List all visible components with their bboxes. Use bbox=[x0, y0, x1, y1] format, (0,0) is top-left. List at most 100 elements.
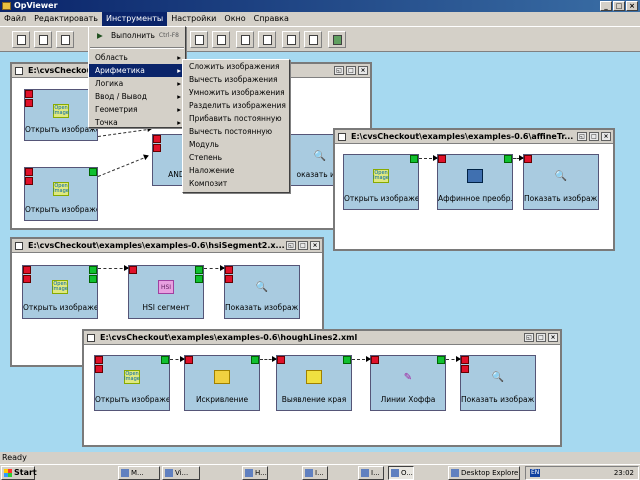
menu-item-point[interactable]: Точка ▸ bbox=[89, 116, 185, 129]
menu-item-io[interactable]: Ввод / Вывод ▸ bbox=[89, 90, 185, 103]
open-icon[interactable] bbox=[34, 31, 52, 48]
taskbar-item[interactable]: H... bbox=[242, 466, 268, 480]
input-pin[interactable] bbox=[95, 365, 103, 373]
restore-icon[interactable]: ◱ bbox=[334, 66, 344, 75]
input-pin[interactable] bbox=[25, 99, 33, 107]
output-pin[interactable] bbox=[89, 266, 97, 274]
menu-tools[interactable]: Инструменты bbox=[101, 12, 168, 26]
input-pin[interactable] bbox=[153, 144, 161, 152]
graph-window-4[interactable]: E:\cvsCheckout\examples\examples-0.6\hou… bbox=[82, 329, 562, 447]
node-open-image[interactable]: OpenImage Открыть изображе... bbox=[343, 154, 419, 210]
menu-file[interactable]: Файл bbox=[0, 12, 30, 26]
node-open-image[interactable]: OpenImage Открыть изображе... bbox=[94, 355, 170, 411]
restore-icon[interactable]: ◱ bbox=[524, 333, 534, 342]
node-show-image[interactable]: 🔍 Показать изображ... bbox=[460, 355, 536, 411]
input-pin[interactable] bbox=[371, 356, 379, 364]
taskbar-item[interactable]: I... bbox=[302, 466, 328, 480]
node-open-image[interactable]: OpenImage Открыть изображе... bbox=[22, 265, 98, 319]
maximize-icon[interactable]: □ bbox=[536, 333, 546, 342]
output-pin[interactable] bbox=[504, 155, 512, 163]
input-pin[interactable] bbox=[524, 155, 532, 163]
paste-icon[interactable] bbox=[258, 31, 276, 48]
menu-item-abs[interactable]: Модуль bbox=[183, 138, 289, 151]
close-icon[interactable]: × bbox=[358, 66, 368, 75]
output-pin[interactable] bbox=[89, 275, 97, 283]
maximize-icon[interactable]: □ bbox=[589, 132, 599, 141]
menu-item-region[interactable]: Область ▸ bbox=[89, 51, 185, 64]
restore-icon[interactable]: ◱ bbox=[577, 132, 587, 141]
input-pin[interactable] bbox=[23, 266, 31, 274]
input-pin[interactable] bbox=[461, 365, 469, 373]
save-icon[interactable] bbox=[56, 31, 74, 48]
language-indicator[interactable]: EN bbox=[530, 469, 541, 477]
input-pin[interactable] bbox=[225, 266, 233, 274]
input-pin[interactable] bbox=[23, 275, 31, 283]
menu-item-subtract-images[interactable]: Вычесть изображения bbox=[183, 73, 289, 86]
output-pin[interactable] bbox=[343, 356, 351, 364]
run-icon[interactable] bbox=[328, 31, 346, 48]
copy-icon[interactable] bbox=[212, 31, 230, 48]
input-pin[interactable] bbox=[95, 356, 103, 364]
start-button[interactable]: Start bbox=[1, 466, 37, 480]
output-pin[interactable] bbox=[161, 356, 169, 364]
menu-item-geometry[interactable]: Геометрия ▸ bbox=[89, 103, 185, 116]
close-icon[interactable]: × bbox=[601, 132, 611, 141]
new-icon[interactable] bbox=[12, 31, 30, 48]
redo-icon[interactable] bbox=[190, 31, 208, 48]
taskbar-item[interactable]: I... bbox=[358, 466, 384, 480]
menu-item-multiply-images[interactable]: Умножить изображения bbox=[183, 86, 289, 99]
input-pin[interactable] bbox=[185, 356, 193, 364]
input-pin[interactable] bbox=[25, 177, 33, 185]
taskbar-item-active[interactable]: O... bbox=[388, 466, 414, 480]
taskbar-item[interactable]: Desktop Explorer bbox=[448, 466, 520, 480]
node-warp[interactable]: Искривление bbox=[184, 355, 260, 411]
input-pin[interactable] bbox=[277, 356, 285, 364]
input-pin[interactable] bbox=[438, 155, 446, 163]
menu-window[interactable]: Окно bbox=[220, 12, 249, 26]
node-hough-lines[interactable]: ✎ Линии Хоффа bbox=[370, 355, 446, 411]
node-edge-detect[interactable]: Выявление края bbox=[276, 355, 352, 411]
output-pin[interactable] bbox=[437, 356, 445, 364]
node-open-image[interactable]: OpenImage Открыть изображе... bbox=[24, 89, 98, 141]
input-pin[interactable] bbox=[25, 90, 33, 98]
input-pin[interactable] bbox=[25, 168, 33, 176]
menu-item-add-constant[interactable]: Прибавить постоянную bbox=[183, 112, 289, 125]
maximize-icon[interactable]: □ bbox=[298, 241, 308, 250]
menu-settings[interactable]: Настройки bbox=[167, 12, 220, 26]
menu-item-overlay[interactable]: Наложение bbox=[183, 164, 289, 177]
minimize-button[interactable]: _ bbox=[600, 1, 612, 11]
output-pin[interactable] bbox=[195, 275, 203, 283]
menu-item-execute[interactable]: ▶ Выполнить Ctrl-F8 bbox=[89, 27, 185, 45]
taskbar-item[interactable]: Vi... bbox=[162, 466, 200, 480]
menu-item-power[interactable]: Степень bbox=[183, 151, 289, 164]
node-show-image[interactable]: 🔍 Показать изображ... bbox=[224, 265, 300, 319]
input-pin[interactable] bbox=[225, 275, 233, 283]
output-pin[interactable] bbox=[89, 168, 97, 176]
input-pin[interactable] bbox=[129, 266, 137, 274]
cut-icon[interactable] bbox=[236, 31, 254, 48]
menu-item-logic[interactable]: Логика ▸ bbox=[89, 77, 185, 90]
close-button[interactable]: × bbox=[626, 1, 638, 11]
node-affine[interactable]: Аффинное преобр... bbox=[437, 154, 513, 210]
input-pin[interactable] bbox=[461, 356, 469, 364]
menu-item-composite[interactable]: Композит bbox=[183, 177, 289, 190]
connect-icon[interactable] bbox=[304, 31, 322, 48]
restore-icon[interactable]: ◱ bbox=[286, 241, 296, 250]
maximize-button[interactable]: □ bbox=[613, 1, 625, 11]
menu-item-arithmetic[interactable]: Арифметика ▸ bbox=[89, 64, 185, 77]
menu-edit[interactable]: Редактировать bbox=[30, 12, 102, 26]
node-open-image[interactable]: OpenImage Открыть изображе... bbox=[24, 167, 98, 221]
close-icon[interactable]: × bbox=[548, 333, 558, 342]
input-pin[interactable] bbox=[153, 135, 161, 143]
graph-window-2[interactable]: E:\cvsCheckout\examples\examples-0.6\aff… bbox=[333, 128, 615, 251]
taskbar-item[interactable]: M... bbox=[118, 466, 160, 480]
menu-item-divide-images[interactable]: Разделить изображения bbox=[183, 99, 289, 112]
menu-item-add-images[interactable]: Сложить изображения bbox=[183, 60, 289, 73]
menu-help[interactable]: Справка bbox=[250, 12, 293, 26]
maximize-icon[interactable]: □ bbox=[346, 66, 356, 75]
output-pin[interactable] bbox=[251, 356, 259, 364]
delete-icon[interactable] bbox=[282, 31, 300, 48]
node-show-image[interactable]: 🔍 Показать изображ... bbox=[523, 154, 599, 210]
menu-item-subtract-constant[interactable]: Вычесть постоянную bbox=[183, 125, 289, 138]
close-icon[interactable]: × bbox=[310, 241, 320, 250]
